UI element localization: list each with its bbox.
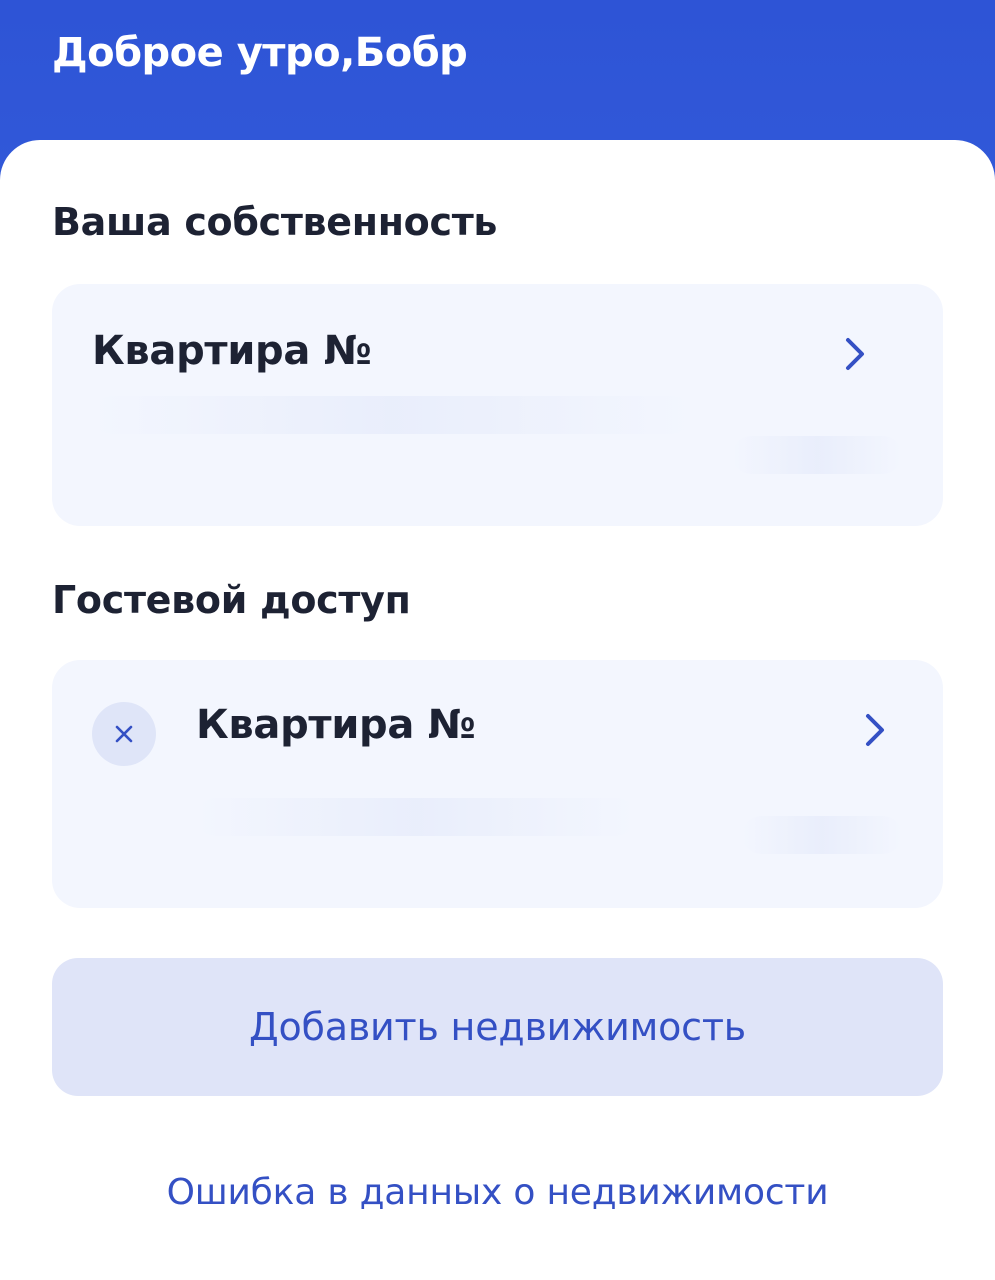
- owned-property-card[interactable]: Квартира №: [52, 284, 943, 526]
- guest-section-title: Гостевой доступ: [52, 578, 411, 622]
- user-name: Бобр: [354, 30, 468, 76]
- owned-section-title: Ваша собственность: [52, 200, 498, 244]
- guest-property-card[interactable]: Квартира №: [52, 660, 943, 908]
- greeting: Доброе утро,Бобр: [52, 30, 468, 76]
- remove-guest-access-button[interactable]: [92, 702, 156, 766]
- redacted-address: [92, 396, 692, 434]
- chevron-right-icon: [860, 710, 890, 750]
- redacted-area: [732, 436, 902, 474]
- chevron-right-icon: [840, 334, 870, 374]
- redacted-area: [742, 816, 902, 854]
- greeting-text: Доброе утро,: [52, 30, 355, 76]
- redacted-address: [196, 798, 636, 836]
- owned-property-title: Квартира №: [92, 328, 372, 374]
- add-property-button[interactable]: Добавить недвижимость: [52, 958, 943, 1096]
- close-icon: [115, 725, 133, 743]
- guest-property-title: Квартира №: [196, 702, 476, 748]
- report-error-link[interactable]: Ошибка в данных о недвижимости: [0, 1172, 995, 1213]
